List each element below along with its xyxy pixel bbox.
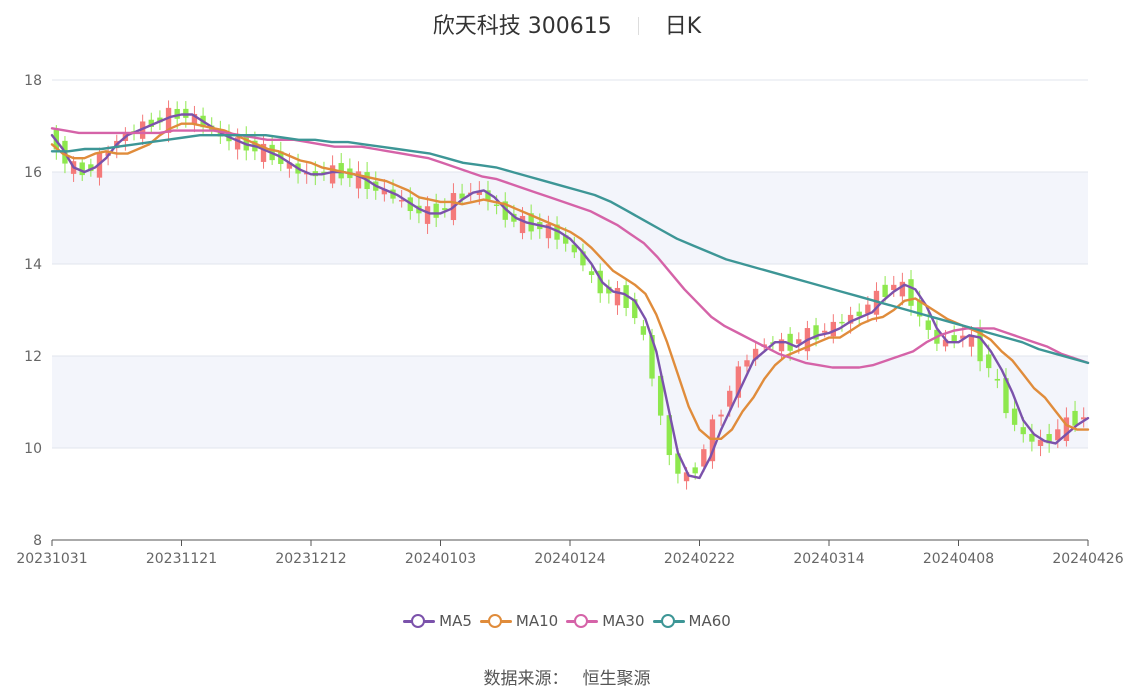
y-tick-label: 10 — [24, 441, 42, 457]
x-tick-label: 20231031 — [16, 551, 87, 567]
y-tick-label: 8 — [33, 533, 42, 549]
candle-body — [968, 335, 975, 347]
y-tick-label: 14 — [24, 257, 42, 273]
x-tick-label: 20240222 — [664, 551, 735, 567]
y-tick-label: 18 — [24, 73, 42, 89]
grid-band — [52, 356, 1088, 448]
legend-swatch — [566, 614, 599, 628]
candle-body — [908, 279, 914, 306]
legend: MA5 MA10 MA30 MA60 — [0, 612, 1134, 632]
candle-body — [1020, 427, 1026, 435]
candle-body — [839, 321, 845, 324]
source-label: 数据来源： — [483, 669, 569, 689]
candle-body — [994, 378, 1001, 381]
x-tick-label: 20240124 — [534, 551, 605, 567]
x-tick-label: 20240314 — [793, 551, 864, 567]
candle-body — [856, 311, 862, 317]
x-tick-label: 20240408 — [923, 551, 994, 567]
legend-item-ma60[interactable]: MA60 — [652, 612, 731, 630]
x-tick-label: 20240103 — [405, 551, 476, 567]
candlestick-chart: 8 10 12 14 16 18 20231031 20231121 20231212 20240… — [16, 73, 1123, 567]
candle-body — [986, 354, 992, 369]
x-tick-label: 20231121 — [146, 551, 217, 567]
candle-body — [433, 203, 439, 218]
legend-item-ma5[interactable]: MA5 — [403, 612, 472, 630]
candle-body — [882, 284, 888, 297]
legend-item-ma30[interactable]: MA30 — [566, 612, 645, 630]
candle-body — [718, 414, 724, 417]
legend-swatch — [403, 614, 436, 628]
candle-body — [519, 215, 526, 234]
legend-label: MA10 — [515, 612, 559, 630]
candle-body — [424, 206, 431, 224]
y-tick-label: 16 — [24, 165, 42, 181]
legend-label: MA30 — [602, 612, 645, 630]
legend-swatch — [479, 614, 512, 628]
candle-body — [588, 271, 595, 275]
candle-body — [727, 390, 733, 407]
candle-body — [744, 360, 750, 367]
candle-body — [79, 162, 85, 176]
legend-label: MA60 — [688, 612, 731, 630]
legend-item-ma10[interactable]: MA10 — [479, 612, 559, 630]
legend-swatch — [652, 614, 685, 628]
x-tick-label: 20240426 — [1052, 551, 1123, 567]
grid-band — [52, 172, 1088, 264]
candle-body — [640, 326, 647, 335]
data-source: 数据来源： 恒生聚源 — [0, 664, 1134, 689]
y-tick-label: 12 — [24, 349, 42, 365]
legend-label: MA5 — [439, 612, 472, 630]
candle-body — [951, 335, 957, 342]
candle-body — [692, 467, 698, 474]
x-tick-label: 20231212 — [275, 551, 346, 567]
candle-body — [614, 287, 621, 306]
candle-body — [1011, 408, 1018, 425]
candle-body — [1072, 410, 1078, 426]
candle-body — [493, 204, 500, 207]
source-value: 恒生聚源 — [582, 669, 651, 689]
candle-body — [925, 320, 931, 330]
